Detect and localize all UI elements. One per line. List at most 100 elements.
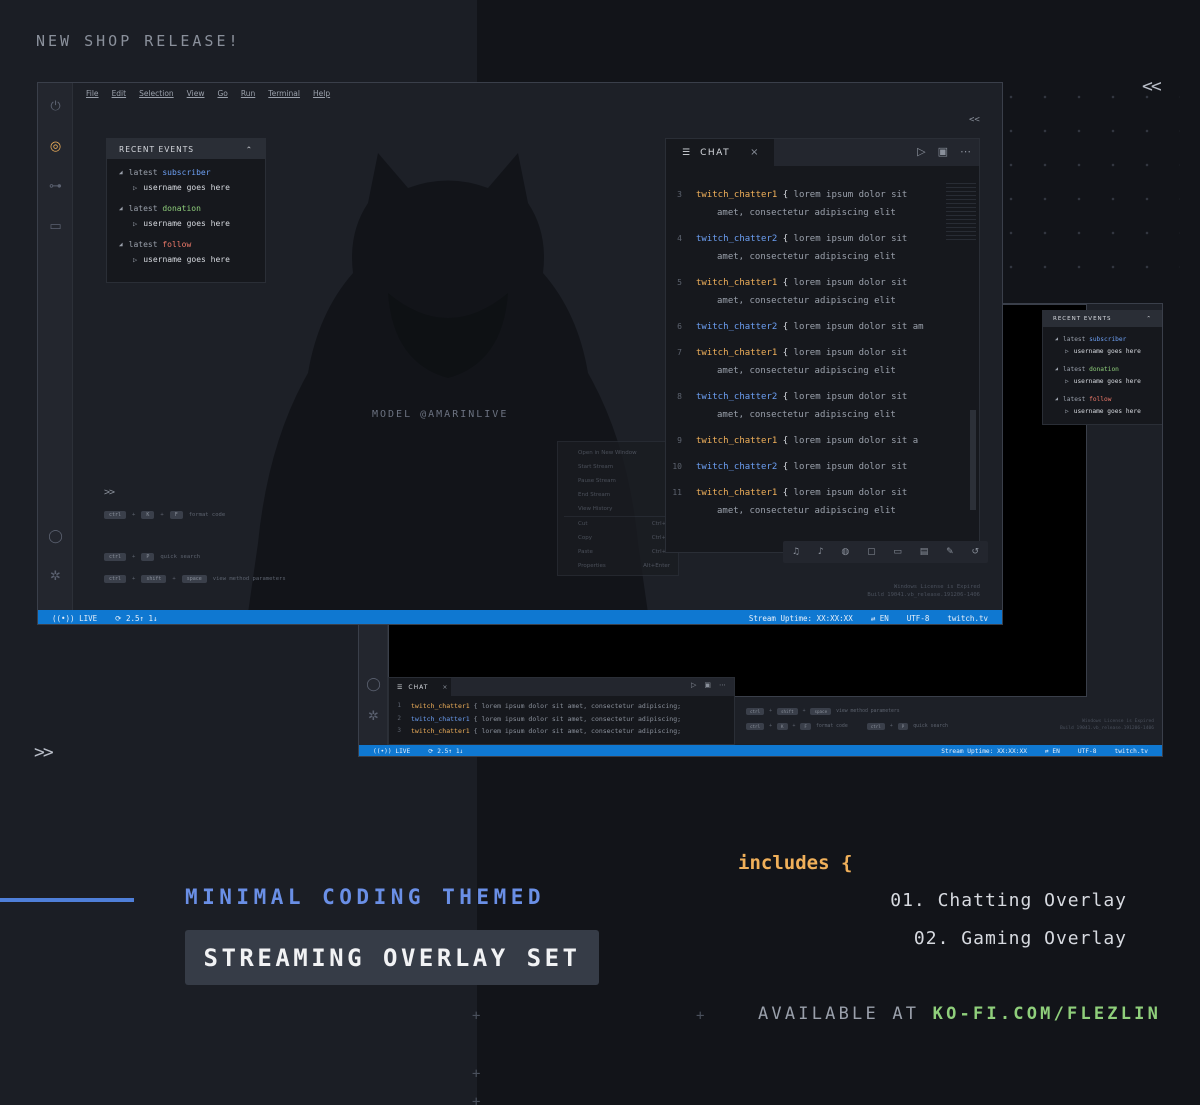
- brain-icon[interactable]: ◍: [841, 547, 849, 557]
- shortcut-hint: ctrl + shift + space view method parameter…: [746, 708, 900, 715]
- event-username: username goes here: [143, 255, 230, 264]
- collapse-icon[interactable]: <<: [969, 115, 980, 125]
- menu-item[interactable]: Paste Ctrl+V: [558, 545, 678, 559]
- chat-username: twitch_chatter1: [696, 488, 778, 498]
- activity-bar: ⏻ ◎ ⊶ ▭ ◯ ✲: [38, 83, 73, 610]
- sync-label: 2.5↑ 1↓: [437, 748, 464, 755]
- menu-run[interactable]: Run: [241, 89, 255, 98]
- shop-link[interactable]: KO-FI.COM/FLEZLIN: [933, 1004, 1161, 1024]
- menu-view[interactable]: View: [187, 89, 205, 98]
- chevron-up-icon[interactable]: ⌃: [246, 145, 253, 154]
- scrollbar[interactable]: [970, 410, 976, 510]
- pin-icon[interactable]: ✎: [946, 547, 954, 557]
- live-indicator[interactable]: ((•)) LIVE: [52, 614, 97, 623]
- history-icon[interactable]: ↺: [971, 547, 979, 557]
- chat-line: 2 twitch_chatter1 { lorem ipsum dolor sit…: [389, 713, 734, 726]
- settings-icon[interactable]: ✲: [366, 709, 381, 724]
- menu-go[interactable]: Go: [217, 89, 227, 98]
- site-label[interactable]: twitch.tv: [1114, 748, 1148, 755]
- settings-icon[interactable]: ✲: [48, 569, 63, 584]
- caret-right-icon: ▷: [1065, 347, 1069, 355]
- chevron-up-icon[interactable]: ⌃: [1146, 316, 1152, 322]
- menu-item[interactable]: Cut Ctrl+X: [558, 517, 678, 531]
- encoding-label[interactable]: UTF-8: [907, 614, 930, 623]
- split-layout-icon[interactable]: ▣: [704, 681, 711, 689]
- split-layout-icon[interactable]: ▣: [938, 145, 948, 158]
- more-icon[interactable]: ⋯: [719, 681, 726, 689]
- event-type: follow: [1089, 395, 1112, 403]
- line-number: 9: [677, 436, 682, 445]
- caret-right-icon: ▷: [133, 183, 138, 192]
- menu-item[interactable]: Pause Stream: [558, 474, 678, 488]
- power-icon[interactable]: ⏻: [48, 99, 63, 114]
- shortcut-label: quick search: [160, 554, 201, 560]
- menu-item-label: Properties: [578, 563, 606, 569]
- product-title: STREAMING OVERLAY SET: [203, 943, 581, 972]
- minimap[interactable]: [946, 183, 976, 243]
- menu-item[interactable]: View History: [558, 502, 678, 516]
- menu-item[interactable]: End Stream: [558, 488, 678, 502]
- chat-message: lorem ipsum dolor sit: [793, 462, 908, 472]
- menu-terminal[interactable]: Terminal: [268, 89, 300, 98]
- chat-message-block: 4 twitch_chatter2 { lorem ipsum dolor sit…: [666, 230, 979, 266]
- close-icon[interactable]: ×: [750, 147, 758, 158]
- caret-right-icon: ▷: [133, 219, 138, 228]
- sync-indicator[interactable]: ⟳ 2.5↑ 1↓: [115, 614, 157, 623]
- menu-item-label: Paste: [578, 549, 593, 555]
- caret-right-icon: ▷: [133, 255, 138, 264]
- menu-item[interactable]: Copy Ctrl+C: [558, 531, 678, 545]
- recent-events-panel: RECENT EVENTS ⌃ ◢ latest subscriber ▷ user…: [1042, 310, 1162, 425]
- play-icon[interactable]: ▷: [917, 145, 925, 158]
- menu-item[interactable]: Properties Alt+Enter: [558, 559, 678, 573]
- encoding-label[interactable]: UTF-8: [1078, 748, 1097, 755]
- caret-right-icon: ▷: [1065, 377, 1069, 385]
- menu-edit[interactable]: Edit: [112, 89, 127, 98]
- license-watermark: Windows License is Expired Build 19041.v…: [867, 583, 980, 599]
- chat-message-block: 10 twitch_chatter2 { lorem ipsum dolor si…: [666, 458, 979, 476]
- tab-chat[interactable]: ☰ CHAT ×: [666, 139, 774, 166]
- close-icon[interactable]: ×: [442, 684, 448, 691]
- key-badge: space: [181, 575, 207, 583]
- clapperboard-icon[interactable]: ▤: [920, 547, 929, 557]
- license-watermark: Windows License is Expired Build 19041.v…: [1060, 718, 1154, 732]
- tab-chat[interactable]: ☰ CHAT ×: [389, 678, 451, 696]
- line-number: 3: [397, 727, 401, 734]
- menu-item[interactable]: Open in New Window: [558, 446, 678, 460]
- chat-message: lorem ipsum dolor sit amet, consectetur …: [481, 727, 682, 735]
- language-indicator[interactable]: ⇄ EN: [1045, 748, 1060, 755]
- stream-uptime: Stream Uptime: XX:XX:XX: [748, 613, 853, 623]
- menu-file[interactable]: File: [86, 89, 99, 98]
- account-icon[interactable]: ◯: [366, 677, 381, 692]
- chat-username: twitch_chatter1: [411, 702, 470, 710]
- inbox-icon[interactable]: ▭: [48, 219, 63, 234]
- sync-indicator[interactable]: ⟳ 2.5↑ 1↓: [428, 748, 463, 755]
- site-label[interactable]: twitch.tv: [947, 614, 988, 623]
- account-icon[interactable]: ◯: [48, 529, 63, 544]
- caret-right-icon: ▷: [1065, 407, 1069, 415]
- language-indicator[interactable]: ⇄ EN: [871, 614, 889, 623]
- menu-item[interactable]: Start Stream: [558, 460, 678, 474]
- webcam-icon[interactable]: ◎: [48, 139, 63, 154]
- tab-chat-label: CHAT: [408, 683, 429, 691]
- model-credit: MODEL @AMARINLIVE: [372, 409, 509, 420]
- sync-label: 2.5↑ 1↓: [125, 613, 158, 623]
- recent-events-header[interactable]: RECENT EVENTS ⌃: [107, 139, 265, 159]
- menu-selection[interactable]: Selection: [139, 89, 174, 98]
- key-badge: ctrl: [866, 723, 885, 730]
- menu-item-label: Pause Stream: [578, 478, 616, 484]
- headphones-icon[interactable]: ♫: [792, 547, 800, 557]
- screen-icon[interactable]: ▭: [893, 547, 902, 557]
- chat-message: lorem ipsum dolor sit: [793, 488, 908, 498]
- gamepad-icon[interactable]: ⊶: [48, 179, 63, 194]
- live-indicator[interactable]: ((•)) LIVE: [373, 748, 410, 755]
- recent-events-header[interactable]: RECENT EVENTS ⌃: [1043, 311, 1162, 327]
- chat-message: lorem ipsum dolor sit: [793, 278, 908, 288]
- shortcut-hint: ctrl + shift + space view method parameter…: [104, 575, 286, 583]
- chat-bubble-icon[interactable]: ▢: [867, 547, 876, 557]
- menu-help[interactable]: Help: [313, 89, 330, 98]
- play-icon[interactable]: ▷: [691, 681, 696, 689]
- chat-line: 5 twitch_chatter1 { lorem ipsum dolor sit…: [666, 274, 979, 310]
- chat-line: 7 twitch_chatter1 { lorem ipsum dolor sit…: [666, 344, 979, 380]
- microphone-icon[interactable]: ♪: [818, 547, 824, 557]
- more-icon[interactable]: ⋯: [960, 145, 971, 158]
